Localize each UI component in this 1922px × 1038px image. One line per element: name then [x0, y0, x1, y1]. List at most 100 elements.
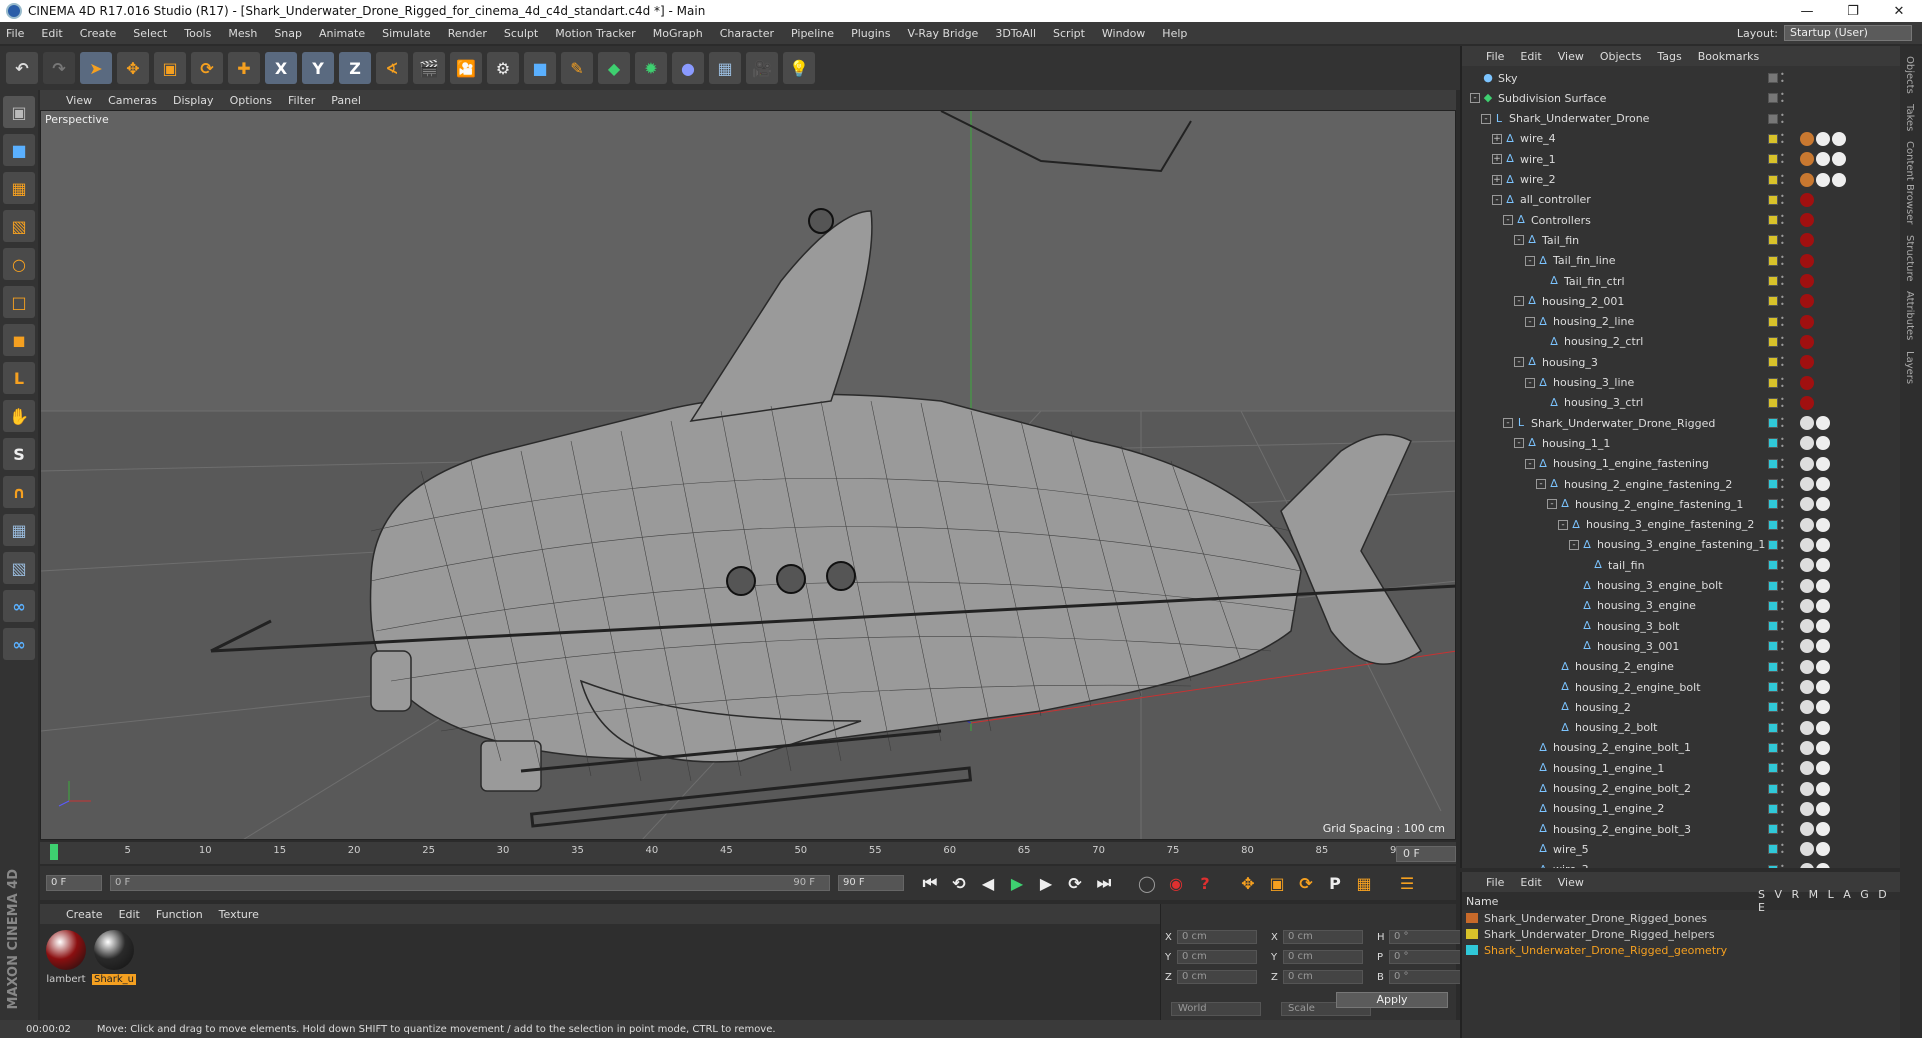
visibility-dots-icon[interactable]: • • — [1780, 294, 1786, 309]
cloner-icon[interactable]: ✹ — [635, 52, 667, 84]
x-axis-icon[interactable]: X — [265, 52, 297, 84]
object-row[interactable]: - ∆ housing_3_engine_fastening_1 • • — [1462, 535, 1882, 555]
menu-edit[interactable]: Edit — [41, 27, 62, 40]
layer-color-swatch[interactable] — [1768, 580, 1778, 591]
object-row[interactable]: - L Shark_Underwater_Drone_Rigged • • — [1462, 413, 1882, 433]
tag-icon[interactable] — [1816, 558, 1830, 573]
layer-color-swatch[interactable] — [1768, 803, 1778, 814]
tag-icon[interactable] — [1816, 659, 1830, 674]
tag-icon[interactable] — [1800, 740, 1814, 755]
tag-icon[interactable] — [1816, 639, 1830, 654]
perspective-viewport[interactable]: Perspective Grid Spacing : 100 cm — [40, 110, 1456, 840]
tag-icon[interactable] — [1800, 761, 1814, 776]
visibility-dots-icon[interactable]: • • — [1780, 680, 1786, 695]
tag-icon[interactable] — [1816, 781, 1830, 796]
tag-icon[interactable] — [1800, 152, 1814, 167]
object-menu-tags[interactable]: Tags — [1657, 50, 1681, 63]
object-row[interactable]: ∆ wire_5 • • — [1462, 839, 1882, 859]
menu-character[interactable]: Character — [720, 27, 774, 40]
layer-color-swatch[interactable] — [1768, 73, 1778, 83]
visibility-dots-icon[interactable]: • • — [1780, 761, 1786, 776]
next-frame-icon[interactable]: ▶ — [1034, 871, 1058, 895]
object-row[interactable]: - ◆ Subdivision Surface • • — [1462, 88, 1882, 108]
layer-color-swatch[interactable] — [1768, 418, 1778, 429]
tag-icon[interactable] — [1800, 355, 1814, 370]
menu-window[interactable]: Window — [1102, 27, 1145, 40]
expand-toggle-icon[interactable]: + — [1492, 174, 1502, 185]
timeline-ruler[interactable]: 051015202530354045505560657075808590 — [40, 842, 1456, 864]
snapping-icon[interactable]: S — [3, 438, 35, 470]
menu-file[interactable]: File — [6, 27, 24, 40]
timeline-playhead[interactable] — [50, 844, 58, 860]
visibility-dots-icon[interactable]: • • — [1780, 659, 1786, 674]
visibility-dots-icon[interactable]: • • — [1780, 213, 1786, 228]
render-view-icon[interactable]: 🎬 — [413, 52, 445, 84]
visibility-dots-icon[interactable]: • • — [1780, 192, 1786, 207]
expand-toggle-icon[interactable] — [1525, 784, 1535, 794]
layer-color-swatch[interactable] — [1768, 702, 1778, 713]
tag-icon[interactable] — [1800, 456, 1814, 471]
side-tab-layers[interactable]: Layers — [1904, 351, 1915, 384]
visibility-dots-icon[interactable]: • • — [1780, 355, 1786, 370]
object-row[interactable]: + ∆ wire_4 • • — [1462, 129, 1882, 149]
material-menu-texture[interactable]: Texture — [219, 908, 259, 921]
make-editable-icon[interactable]: ▣ — [3, 96, 35, 128]
visibility-dots-icon[interactable]: • • — [1780, 497, 1786, 512]
expand-toggle-icon[interactable] — [1580, 560, 1590, 570]
render-settings-icon[interactable]: ⚙ — [487, 52, 519, 84]
object-row[interactable]: - ∆ all_controller • • — [1462, 190, 1882, 210]
expand-toggle-icon[interactable]: - — [1514, 296, 1524, 307]
tag-icon[interactable] — [1800, 517, 1814, 532]
viewport-menu-options[interactable]: Options — [230, 94, 272, 107]
layer-color-swatch[interactable] — [1768, 621, 1778, 632]
visibility-dots-icon[interactable]: • • — [1780, 111, 1786, 126]
menu-create[interactable]: Create — [80, 27, 117, 40]
expand-toggle-icon[interactable] — [1547, 702, 1557, 712]
menu-animate[interactable]: Animate — [319, 27, 365, 40]
visibility-dots-icon[interactable]: • • — [1780, 720, 1786, 735]
layer-color-swatch[interactable] — [1768, 824, 1778, 835]
object-row[interactable]: - ∆ housing_2_engine_fastening_1 • • — [1462, 494, 1882, 514]
tag-icon[interactable] — [1816, 131, 1830, 146]
layer-color-swatch[interactable] — [1768, 844, 1778, 855]
go-to-start-icon[interactable]: ⏮ — [918, 871, 942, 895]
points-mode-icon[interactable]: ○ — [3, 248, 35, 280]
layer-color-swatch[interactable] — [1768, 397, 1778, 408]
expand-toggle-icon[interactable]: - — [1503, 418, 1513, 429]
edges-mode-icon[interactable]: □ — [3, 286, 35, 318]
menu-mesh[interactable]: Mesh — [228, 27, 257, 40]
expand-toggle-icon[interactable]: - — [1470, 93, 1480, 104]
tag-icon[interactable] — [1816, 477, 1830, 491]
tag-icon[interactable] — [1800, 537, 1814, 552]
camera-icon[interactable]: 🎥 — [746, 52, 778, 84]
side-tab-content-browser[interactable]: Content Browser — [1904, 141, 1915, 224]
object-menu-edit[interactable]: Edit — [1520, 50, 1541, 63]
layer-color-swatch[interactable] — [1768, 316, 1778, 327]
previous-key-icon[interactable]: ⟲ — [947, 871, 971, 895]
object-row[interactable]: ∆ housing_2_engine_bolt • • — [1462, 677, 1882, 697]
object-row[interactable]: ∆ housing_2_engine_bolt_3 • • — [1462, 819, 1882, 839]
layout-dropdown[interactable]: Startup (User) — [1784, 25, 1912, 41]
visibility-dots-icon[interactable]: • • — [1780, 314, 1786, 329]
object-row[interactable]: ∆ housing_3_engine_bolt • • — [1462, 576, 1882, 596]
tag-icon[interactable] — [1800, 192, 1814, 207]
visibility-dots-icon[interactable]: • • — [1780, 781, 1786, 796]
key-parameter-icon[interactable]: P — [1323, 871, 1347, 895]
material-menu-edit[interactable]: Edit — [119, 908, 140, 921]
axis-mode-icon[interactable]: L — [3, 362, 35, 394]
expand-toggle-icon[interactable] — [1470, 73, 1480, 83]
expand-toggle-icon[interactable] — [1536, 276, 1546, 286]
tag-icon[interactable] — [1800, 822, 1814, 837]
tag-icon[interactable] — [1816, 537, 1830, 552]
menu-render[interactable]: Render — [448, 27, 487, 40]
layer-color-swatch[interactable] — [1768, 215, 1778, 226]
object-row[interactable]: ∆ housing_1_engine_2 • • — [1462, 799, 1882, 819]
tag-icon[interactable] — [1816, 497, 1830, 512]
expand-toggle-icon[interactable]: - — [1514, 235, 1524, 246]
expand-toggle-icon[interactable] — [1525, 763, 1535, 773]
layer-color-swatch[interactable] — [1768, 722, 1778, 733]
visibility-dots-icon[interactable]: • • — [1780, 71, 1786, 86]
layer-color-swatch[interactable] — [1768, 641, 1778, 652]
material-item[interactable]: Shark_u — [92, 930, 136, 985]
expand-toggle-icon[interactable] — [1525, 824, 1535, 834]
